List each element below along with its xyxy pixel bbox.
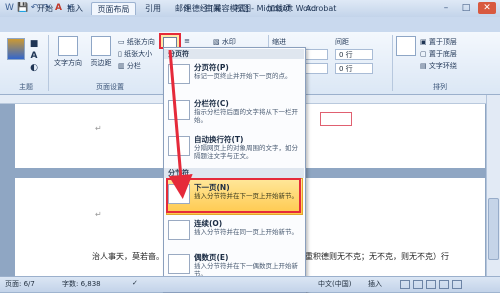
next-page-annotation-box — [166, 178, 301, 213]
draft-icon[interactable] — [452, 280, 462, 289]
paper-direction-label: 纸张方向 — [126, 38, 155, 46]
column-break-icon — [168, 100, 190, 120]
status-lang[interactable]: 中文(中国) — [318, 279, 351, 289]
columns-button[interactable]: ▥ 分栏 — [118, 61, 158, 71]
group-separator — [48, 35, 49, 91]
position-button[interactable] — [396, 36, 416, 58]
maximize-button[interactable]: □ — [457, 2, 475, 14]
paragraph-mark: ↵ — [95, 124, 102, 133]
paper-size-button[interactable]: ▯ 纸张大小 — [118, 49, 158, 59]
text-wrap-button[interactable]: ▤ 文字环绕 — [420, 61, 480, 71]
tab-page-layout[interactable]: 页面布局 — [91, 2, 136, 15]
menu-item-description: 分隔网页上的对象周围的文字，如分隔题注文字与正文。 — [194, 144, 298, 160]
menu-item-continuous[interactable]: 连续(O) 插入分节符并在同一页上开始新节。 — [164, 216, 304, 246]
tab-view[interactable]: 视图 — [230, 2, 256, 15]
web-layout-icon[interactable] — [426, 280, 436, 289]
outline-icon[interactable] — [439, 280, 449, 289]
text-direction-button[interactable]: 文字方向 — [53, 36, 83, 68]
tab-mailings[interactable]: 邮件 — [170, 2, 196, 15]
position-icon — [396, 36, 416, 56]
menu-item-description: 指示分栏符后面的文字将从下一栏开始。 — [194, 108, 298, 124]
margins-icon — [91, 36, 111, 56]
text-wrap-label: 文字环绕 — [428, 62, 457, 70]
section-section-breaks: 分节符 — [164, 168, 304, 178]
send-back-label: 置于底层 — [428, 50, 457, 58]
page-break-icon — [168, 64, 190, 84]
menu-item-description: 标记一页终止并开始下一页的点。 — [194, 72, 292, 80]
paper-size-label: 纸张大小 — [124, 50, 153, 58]
bring-front-label: 置于顶层 — [428, 38, 457, 46]
close-button[interactable]: ✕ — [478, 2, 496, 14]
text-selection-box — [320, 112, 352, 126]
watermark-button[interactable]: ▧ 水印 — [213, 37, 253, 47]
reading-layout-icon[interactable] — [413, 280, 423, 289]
tab-references[interactable]: 引用 — [140, 2, 166, 15]
text-wrapping-icon — [168, 136, 190, 156]
menu-item-text-wrapping-break[interactable]: 自动换行符(T) 分隔网页上的对象周围的文字，如分隔题注文字与正文。 — [164, 132, 304, 166]
text-direction-label: 文字方向 — [54, 59, 82, 67]
theme-fonts-icon[interactable]: A — [28, 51, 40, 61]
theme-icon — [7, 38, 25, 60]
theme-button[interactable] — [6, 38, 26, 68]
indent-left-spinner[interactable] — [304, 49, 328, 60]
paragraph-mark: ↵ — [95, 210, 102, 219]
document-text-left: 治人事天，莫若啬。 — [92, 252, 164, 261]
spacing-label: 间距 — [335, 38, 349, 46]
view-buttons[interactable] — [400, 280, 495, 289]
even-page-icon — [168, 254, 190, 274]
bring-front-button[interactable]: ▣ 置于顶层 — [420, 37, 480, 47]
minimize-button[interactable]: – — [437, 2, 455, 14]
tab-insert[interactable]: 插入 — [62, 2, 88, 15]
status-page[interactable]: 页面: 6/7 — [5, 279, 35, 289]
status-words[interactable]: 字数: 6,838 — [62, 279, 101, 289]
menu-item-column-break[interactable]: 分栏符(C) 指示分栏符后面的文字将从下一栏开始。 — [164, 96, 304, 126]
section-page-breaks: 分页符 — [164, 49, 304, 59]
theme-colors-icon[interactable]: ■ — [28, 39, 40, 49]
document-text-right: 重积德则无不克；无不克，则无不克）行 — [305, 252, 449, 261]
spacing-after-spinner[interactable]: 0 行 — [335, 63, 373, 74]
text-direction-icon — [58, 36, 78, 56]
tab-review[interactable]: 审阅 — [200, 2, 226, 15]
save-icon[interactable]: 💾 — [17, 3, 28, 14]
tab-addins[interactable]: 加载项 — [262, 2, 296, 15]
paper-direction-button[interactable]: ▭ 纸张方向 — [118, 37, 158, 47]
group-label-theme: 主题 — [19, 83, 33, 91]
scrollbar-thumb[interactable] — [488, 198, 499, 260]
theme-effects-icon[interactable]: ◐ — [28, 63, 40, 73]
menu-item-page-break[interactable]: 分页符(P) 标记一页终止并开始下一页的点。 — [164, 60, 304, 90]
status-mode[interactable]: 插入 — [368, 279, 382, 289]
margins-button[interactable]: 页边距 — [86, 36, 116, 68]
margins-label: 页边距 — [90, 59, 112, 67]
indent-label: 缩进 — [272, 38, 286, 46]
menu-item-description: 插入分节符并在同一页上开始新节。 — [194, 228, 298, 236]
indent-right-spinner[interactable] — [304, 63, 328, 74]
print-layout-icon[interactable] — [400, 280, 410, 289]
group-label-arrange: 排列 — [433, 83, 447, 91]
spacing-before-spinner[interactable]: 0 行 — [335, 49, 373, 60]
group-label-page-setup: 页面设置 — [96, 83, 124, 91]
tab-home[interactable]: 开始 — [32, 2, 58, 15]
tab-acrobat[interactable]: Acrobat — [301, 2, 341, 15]
watermark-label: 水印 — [221, 38, 236, 46]
ribbon-tab-bar — [0, 17, 500, 32]
group-separator — [392, 35, 393, 91]
word-logo-icon[interactable]: W — [4, 3, 15, 14]
line-numbers-icon[interactable]: ≡ — [183, 37, 191, 45]
continuous-icon — [168, 220, 190, 240]
proofing-icon[interactable]: ✓ — [132, 279, 138, 287]
columns-label: 分栏 — [126, 62, 141, 70]
send-back-button[interactable]: ▢ 置于底层 — [420, 49, 480, 59]
